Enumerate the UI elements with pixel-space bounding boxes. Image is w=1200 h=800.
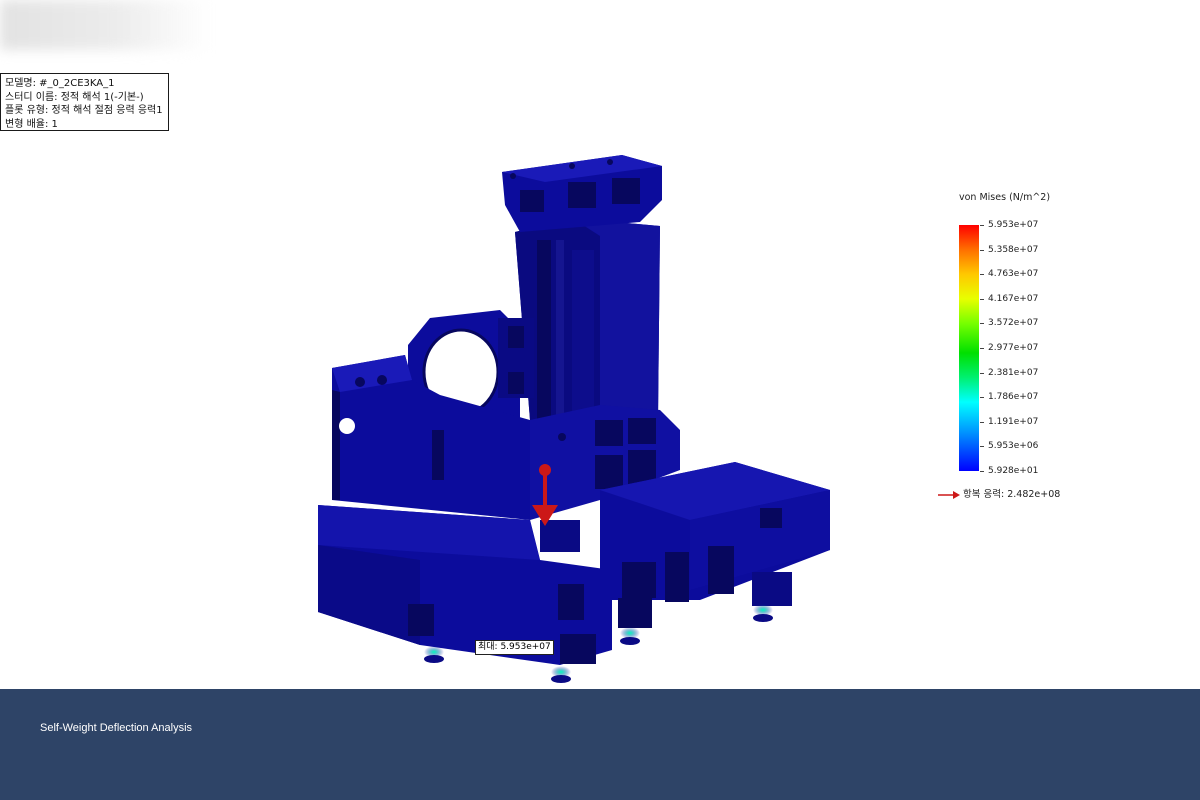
legend-tick (980, 298, 984, 300)
right-base (600, 462, 830, 606)
legend-title: von Mises (N/m^2) (959, 192, 1051, 203)
legend-tick (980, 323, 984, 325)
legend-tick (980, 446, 984, 448)
legend-tick (980, 372, 984, 374)
legend-tick (980, 397, 984, 399)
column-tower (515, 218, 660, 432)
legend-label: 4.763e+07 (988, 269, 1039, 280)
legend-label: 5.953e+07 (988, 220, 1039, 230)
legend-label: 1.786e+07 (988, 392, 1039, 403)
yield-strength-row: 항복 응력: 2.482e+08 (938, 486, 1060, 500)
stress-legend: von Mises (N/m^2) 5.953e+07 5.358e+07 4.76… (950, 190, 1070, 510)
legend-tick (980, 471, 984, 472)
legend-colorbar (959, 225, 979, 471)
legend-label: 2.977e+07 (988, 343, 1039, 353)
max-stress-marker: 최대: 5.953e+07 (475, 640, 554, 655)
footer-bar: Self-Weight Deflection Analysis (0, 689, 1200, 800)
legend-tick (980, 274, 984, 276)
footer-caption: Self-Weight Deflection Analysis (40, 722, 193, 734)
legend-label: 3.572e+07 (988, 318, 1039, 329)
top-bracket (502, 155, 662, 232)
legend-label: 5.928e+01 (988, 466, 1039, 476)
legend-tick (980, 421, 984, 423)
yield-arrow-icon (938, 490, 960, 499)
legend-label: 2.381e+07 (988, 367, 1039, 378)
yield-strength-text: 항복 응력: 2.482e+08 (963, 489, 1061, 500)
legend-tick (980, 249, 984, 251)
legend-label: 5.953e+06 (988, 441, 1039, 452)
legend-label: 1.191e+07 (988, 416, 1039, 427)
legend-tick (980, 225, 984, 226)
legend-tick (980, 348, 984, 349)
legend-label: 5.358e+07 (988, 244, 1039, 255)
legend-label: 4.167e+07 (988, 293, 1039, 304)
